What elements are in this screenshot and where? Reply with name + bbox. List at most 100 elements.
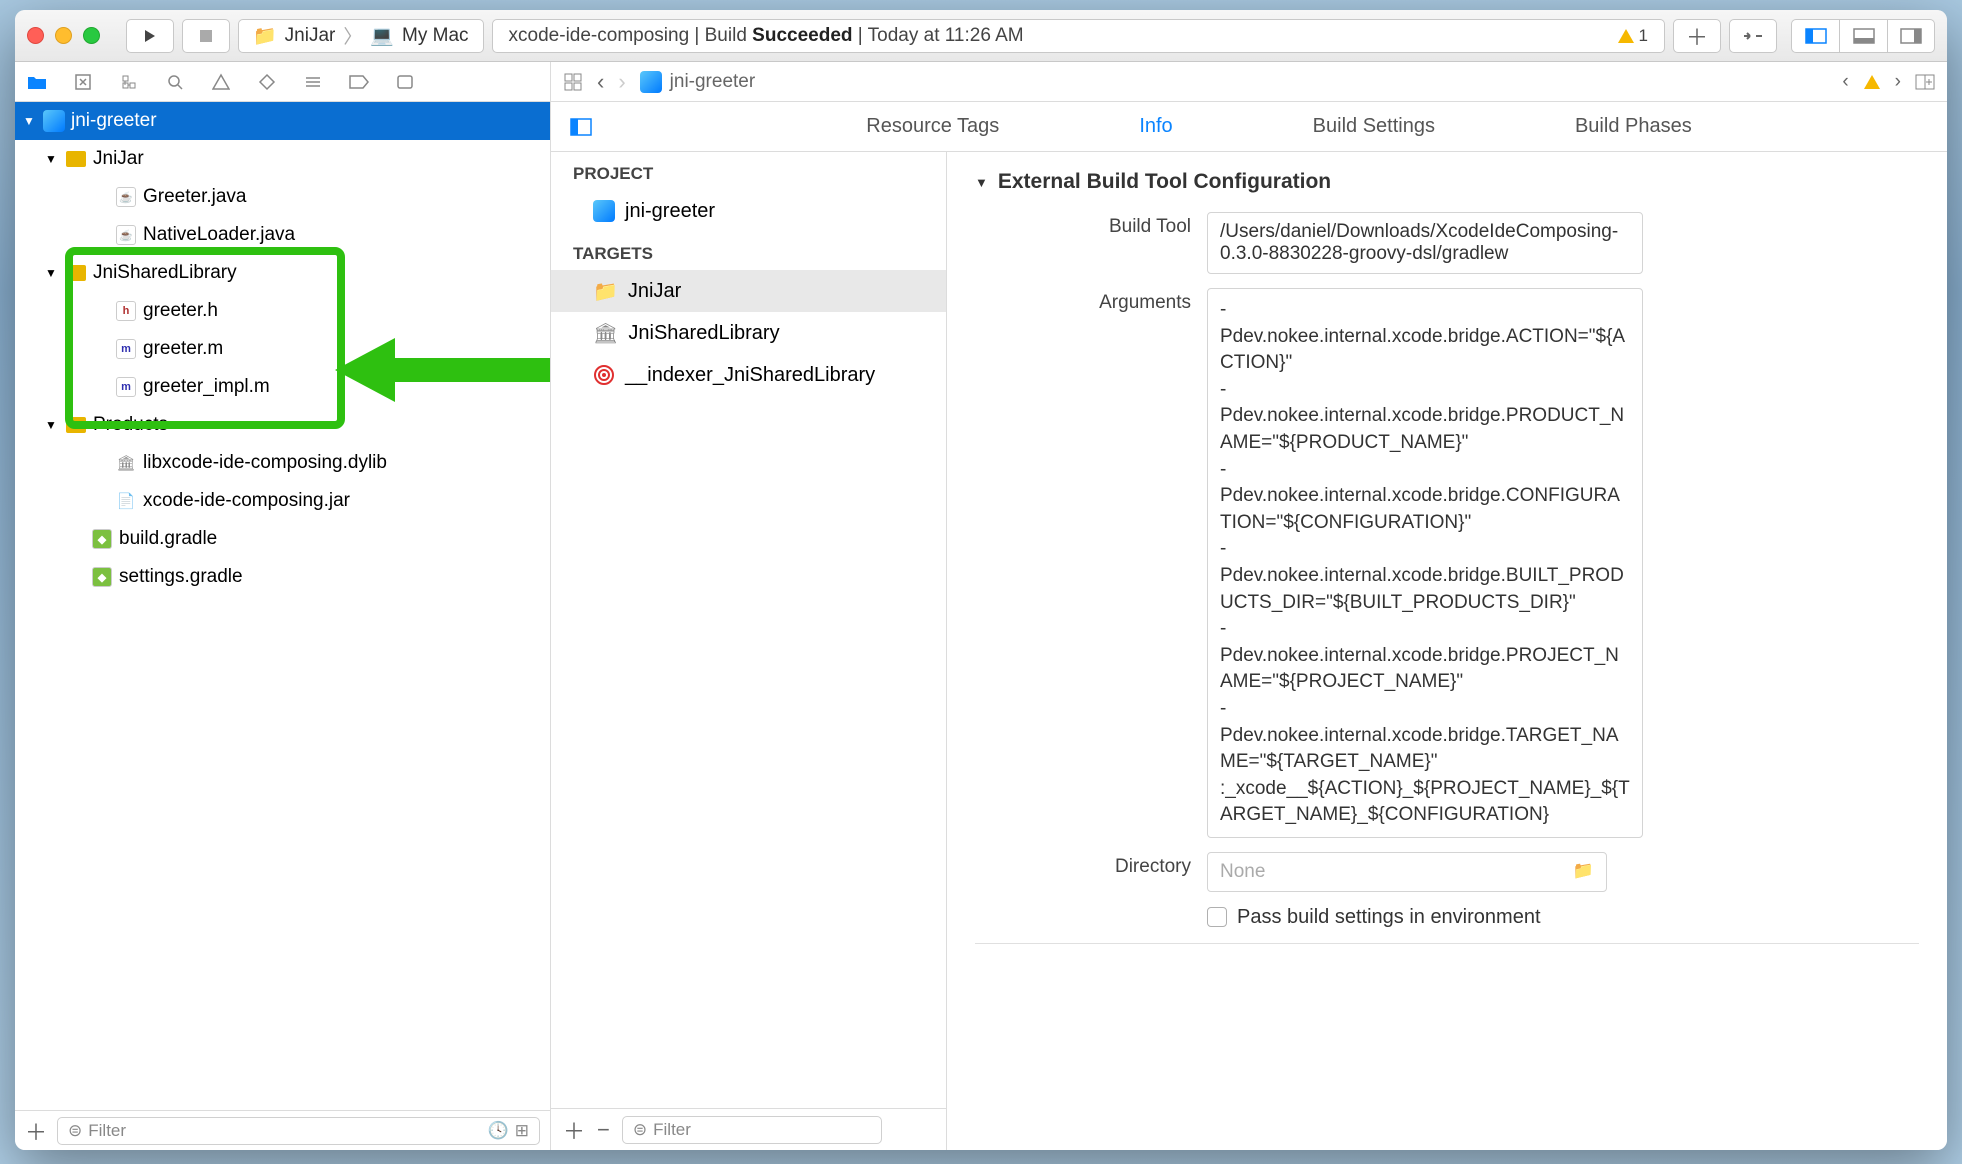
tree-label: xcode-ide-composing.jar (143, 490, 350, 512)
test-navigator-tab[interactable] (255, 70, 279, 94)
scheme-selector[interactable]: 📁 JniJar 〉 💻 My Mac (238, 19, 484, 53)
editor-area: ‹ › jni-greeter ‹ › (551, 62, 1947, 1150)
target-icon (593, 364, 615, 386)
navigator-tabs (15, 62, 550, 102)
jumpbar-project[interactable]: jni-greeter (670, 71, 756, 93)
disclosure-icon[interactable]: ▼ (45, 418, 59, 432)
issue-navigator-tab[interactable] (209, 70, 233, 94)
add-target-button[interactable]: ＋ (563, 1114, 585, 1146)
add-button[interactable]: ＋ (25, 1115, 47, 1147)
tab-info[interactable]: Info (1099, 115, 1212, 138)
target-jnisharedlibrary[interactable]: 🏛 JniSharedLibrary (551, 312, 946, 354)
tree-label: build.gradle (119, 528, 217, 550)
laptop-icon: 💻 (370, 24, 394, 48)
tree-file-jar[interactable]: 📄 xcode-ide-composing.jar (15, 482, 550, 520)
project-name: jni-greeter (625, 200, 715, 223)
disclosure-icon[interactable]: ▼ (45, 266, 59, 280)
warning-icon[interactable] (1863, 73, 1881, 91)
folder-icon: 📁 (253, 24, 277, 48)
warning-badge[interactable]: 1 (1617, 26, 1648, 46)
folder-icon[interactable]: 📁 (1573, 861, 1594, 883)
project-row[interactable]: jni-greeter (551, 190, 946, 232)
back-button[interactable]: ‹ (597, 69, 604, 95)
targets-filter[interactable]: ⊜ Filter (622, 1116, 882, 1144)
related-items-icon[interactable] (563, 72, 583, 92)
library-icon: 🏛 (115, 452, 137, 474)
disclosure-icon[interactable]: ▼ (45, 152, 59, 166)
pass-env-checkbox-row[interactable]: Pass build settings in environment (1207, 906, 1919, 929)
tree-folder-products[interactable]: ▼ Products (15, 406, 550, 444)
disclosure-icon[interactable]: ▼ (23, 114, 37, 128)
build-tool-field[interactable]: /Users/daniel/Downloads/XcodeIdeComposin… (1207, 212, 1643, 274)
tree-file-settings-gradle[interactable]: ◆ settings.gradle (15, 558, 550, 596)
add-editor-button[interactable] (1915, 74, 1935, 90)
tree-file-greeter-impl-m[interactable]: m greeter_impl.m (15, 368, 550, 406)
report-navigator-tab[interactable] (393, 70, 417, 94)
objc-file-icon: m (116, 339, 136, 359)
tree-folder-jnisharedlibrary[interactable]: ▼ JniSharedLibrary (15, 254, 550, 292)
main-area: ▼ jni-greeter ▼ JniJar ☕ Greeter.java ☕ (15, 62, 1947, 1150)
target-label: JniJar (628, 280, 681, 303)
checkbox[interactable] (1207, 907, 1227, 927)
build-config-area: ▼ External Build Tool Configuration Buil… (947, 152, 1947, 1150)
toggle-navigator-button[interactable] (1791, 19, 1839, 53)
close-button[interactable] (27, 27, 44, 44)
xcodeproj-icon (640, 71, 662, 93)
header-file-icon: h (116, 301, 136, 321)
tree-file-dylib[interactable]: 🏛 libxcode-ide-composing.dylib (15, 444, 550, 482)
folder-icon: 📁 (593, 279, 618, 304)
config-section-header[interactable]: ▼ External Build Tool Configuration (975, 170, 1919, 194)
run-button[interactable] (126, 19, 174, 53)
toggle-targets-list-button[interactable] (551, 118, 611, 136)
project-tree[interactable]: ▼ jni-greeter ▼ JniJar ☕ Greeter.java ☕ (15, 102, 550, 1110)
minimize-button[interactable] (55, 27, 72, 44)
targets-list[interactable]: PROJECT jni-greeter TARGETS 📁 JniJar 🏛 (551, 152, 946, 1108)
tab-resource-tags[interactable]: Resource Tags (826, 115, 1039, 138)
tree-file-nativeloader-java[interactable]: ☕ NativeLoader.java (15, 216, 550, 254)
scm-filter-icon[interactable]: ⊞ (515, 1121, 529, 1141)
scheme-target: JniJar (285, 25, 336, 47)
toggle-inspector-button[interactable] (1887, 19, 1935, 53)
tree-label: greeter.m (143, 338, 223, 360)
find-navigator-tab[interactable] (163, 70, 187, 94)
next-issue-button[interactable]: › (1895, 71, 1901, 93)
previous-issue-button[interactable]: ‹ (1842, 71, 1848, 93)
tree-file-build-gradle[interactable]: ◆ build.gradle (15, 520, 550, 558)
library-button[interactable]: ＋ (1673, 19, 1721, 53)
stop-button[interactable] (182, 19, 230, 53)
maximize-button[interactable] (83, 27, 100, 44)
debug-navigator-tab[interactable] (301, 70, 325, 94)
arguments-field[interactable]: -Pdev.nokee.internal.xcode.bridge.ACTION… (1207, 288, 1643, 838)
directory-field[interactable]: None 📁 (1207, 852, 1607, 892)
directory-label: Directory (975, 852, 1207, 878)
tree-root[interactable]: ▼ jni-greeter (15, 102, 550, 140)
navigator-filter[interactable]: ⊜ Filter 🕓 ⊞ (57, 1117, 540, 1145)
target-jnijar[interactable]: 📁 JniJar (551, 270, 946, 312)
activity-viewer[interactable]: xcode-ide-composing | Build Succeeded | … (492, 19, 1665, 53)
jump-bar: ‹ › jni-greeter ‹ › (551, 62, 1947, 102)
toggle-debug-button[interactable] (1839, 19, 1887, 53)
java-file-icon: ☕ (116, 225, 136, 245)
code-review-button[interactable] (1729, 19, 1777, 53)
tree-file-greeter-m[interactable]: m greeter.m (15, 330, 550, 368)
gradle-file-icon: ◆ (92, 567, 112, 587)
objc-file-icon: m (116, 377, 136, 397)
remove-target-button[interactable]: − (597, 1117, 610, 1143)
tab-build-settings[interactable]: Build Settings (1273, 115, 1475, 138)
tree-label: NativeLoader.java (143, 224, 295, 246)
project-navigator-tab[interactable] (25, 70, 49, 94)
disclosure-icon[interactable]: ▼ (975, 175, 988, 190)
target-indexer[interactable]: __indexer_JniSharedLibrary (551, 354, 946, 396)
symbol-navigator-tab[interactable] (117, 70, 141, 94)
jar-file-icon: 📄 (115, 490, 137, 512)
clock-icon[interactable]: 🕓 (488, 1121, 509, 1141)
java-file-icon: ☕ (116, 187, 136, 207)
source-control-navigator-tab[interactable] (71, 70, 95, 94)
forward-button[interactable]: › (618, 69, 625, 95)
arguments-label: Arguments (975, 288, 1207, 314)
tree-file-greeter-h[interactable]: h greeter.h (15, 292, 550, 330)
tree-file-greeter-java[interactable]: ☕ Greeter.java (15, 178, 550, 216)
breakpoint-navigator-tab[interactable] (347, 70, 371, 94)
tab-build-phases[interactable]: Build Phases (1535, 115, 1732, 138)
tree-folder-jnijar[interactable]: ▼ JniJar (15, 140, 550, 178)
